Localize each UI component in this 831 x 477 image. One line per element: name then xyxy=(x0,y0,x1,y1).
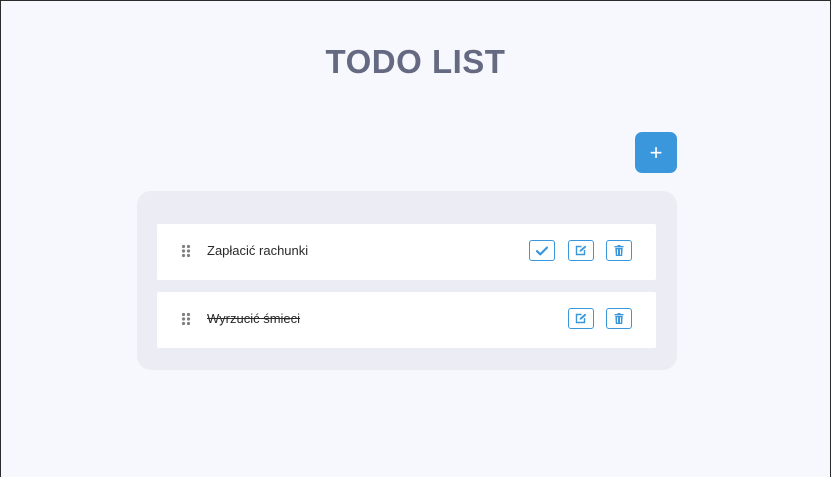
todo-text: Zapłacić rachunki xyxy=(207,243,309,258)
drag-handle-icon[interactable] xyxy=(181,244,191,258)
todo-item[interactable]: Zapłacić rachunki xyxy=(157,224,656,280)
trash-icon xyxy=(614,313,624,324)
add-todo-button[interactable]: + xyxy=(635,132,677,173)
delete-button[interactable] xyxy=(606,308,632,329)
todo-list-panel: Zapłacić rachunki Wyrzucić śmieci xyxy=(137,191,677,370)
todo-text-completed: Wyrzucić śmieci xyxy=(207,311,301,326)
drag-handle-icon[interactable] xyxy=(181,312,191,326)
delete-button[interactable] xyxy=(606,240,632,261)
edit-icon xyxy=(575,313,587,324)
plus-icon: + xyxy=(649,139,663,165)
trash-icon xyxy=(614,245,624,256)
edit-button[interactable] xyxy=(568,308,594,329)
complete-button[interactable] xyxy=(529,240,555,261)
todo-item[interactable]: Wyrzucić śmieci xyxy=(157,292,656,348)
page-title: TODO LIST xyxy=(325,43,506,80)
edit-button[interactable] xyxy=(568,240,594,261)
edit-icon xyxy=(575,245,587,256)
check-icon xyxy=(536,246,548,255)
